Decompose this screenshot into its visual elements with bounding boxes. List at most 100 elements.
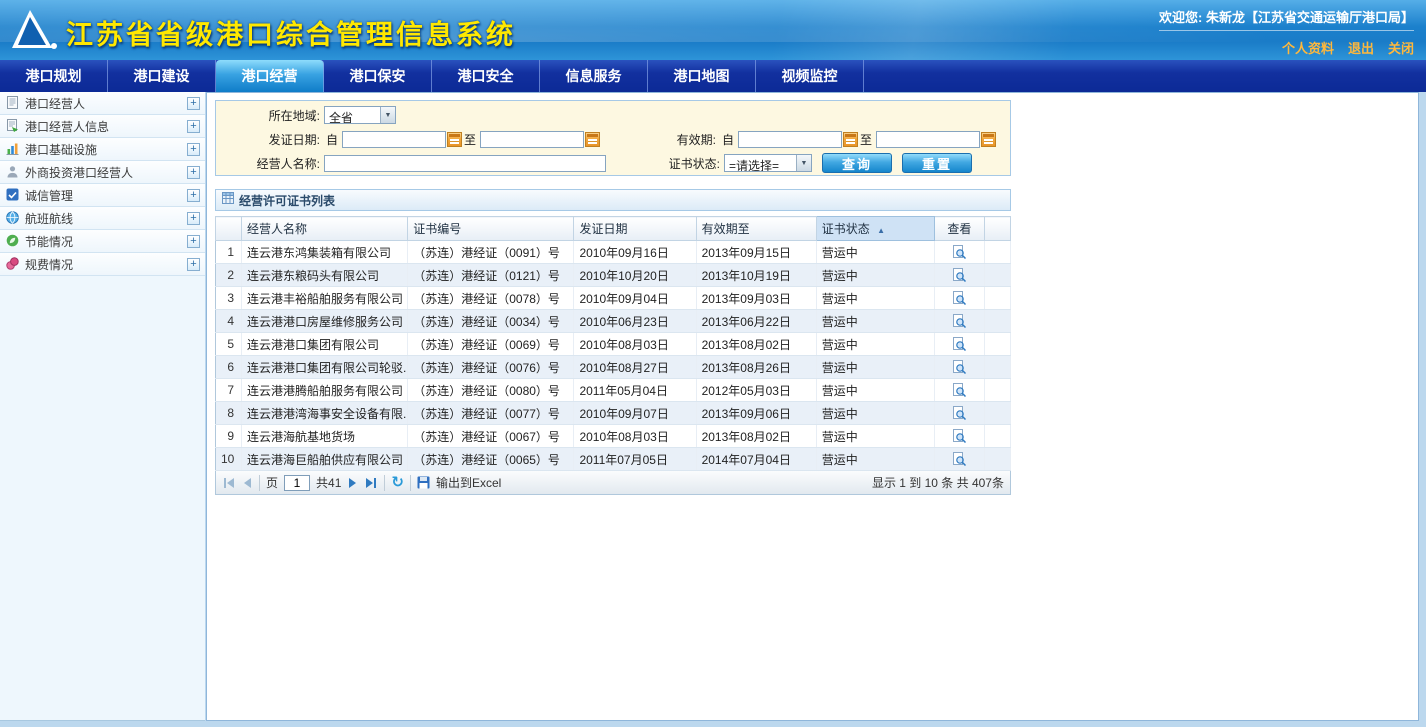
tab-port-operation[interactable]: 港口经营 bbox=[216, 60, 324, 92]
cell-filler bbox=[984, 241, 1010, 264]
tab-port-map[interactable]: 港口地图 bbox=[648, 60, 756, 92]
view-icon[interactable] bbox=[952, 360, 967, 375]
calendar-icon[interactable] bbox=[843, 132, 858, 147]
expand-icon[interactable]: + bbox=[187, 189, 200, 202]
cell-cert: （苏连）港经证（0121）号 bbox=[408, 264, 574, 287]
sidebar-item-label: 港口经营人信息 bbox=[25, 118, 187, 135]
link-logout[interactable]: 退出 bbox=[1348, 38, 1374, 57]
issue-date-from-input[interactable] bbox=[342, 131, 446, 148]
sidebar-item-port-infrastructure[interactable]: 港口基础设施+ bbox=[0, 138, 205, 161]
tab-video-monitor[interactable]: 视频监控 bbox=[756, 60, 864, 92]
last-page-button[interactable] bbox=[364, 475, 378, 491]
refresh-icon[interactable]: ↻ bbox=[391, 475, 404, 490]
expand-icon[interactable]: + bbox=[187, 258, 200, 271]
col-issue-date[interactable]: 发证日期 bbox=[574, 217, 696, 241]
sidebar-item-operator-info[interactable]: 港口经营人信息+ bbox=[0, 115, 205, 138]
expand-icon[interactable]: + bbox=[187, 143, 200, 156]
cell-status: 营运中 bbox=[816, 425, 934, 448]
calendar-icon[interactable] bbox=[447, 132, 462, 147]
total-pages-label: 共41 bbox=[316, 474, 341, 491]
cell-name: 连云港东粮码头有限公司 bbox=[242, 264, 408, 287]
link-close[interactable]: 关闭 bbox=[1388, 38, 1414, 57]
tab-port-construction[interactable]: 港口建设 bbox=[108, 60, 216, 92]
cell-filler bbox=[984, 448, 1010, 471]
view-icon[interactable] bbox=[952, 337, 967, 352]
sidebar-item-energy-saving[interactable]: 节能情况+ bbox=[0, 230, 205, 253]
cell-issue: 2010年10月20日 bbox=[574, 264, 696, 287]
nav-tabs: 港口规划港口建设港口经营港口保安港口安全信息服务港口地图视频监控 bbox=[0, 60, 1426, 92]
sidebar-item-port-operators[interactable]: 港口经营人+ bbox=[0, 92, 205, 115]
certificate-list-panel: 经营许可证书列表 经营人名称 证书编号 发证日期 有效期至 证书状态 bbox=[215, 189, 1011, 495]
table-row: 5连云港港口集团有限公司（苏连）港经证（0069）号2010年08月03日201… bbox=[216, 333, 1011, 356]
cell-view bbox=[934, 379, 984, 402]
cert-status-label: 证书状态: bbox=[669, 155, 724, 172]
link-profile[interactable]: 个人资料 bbox=[1282, 38, 1334, 57]
tab-port-planning[interactable]: 港口规划 bbox=[0, 60, 108, 92]
pager-separator bbox=[410, 475, 411, 491]
sidebar-item-flight-routes[interactable]: 航班航线+ bbox=[0, 207, 205, 230]
tab-info-service[interactable]: 信息服务 bbox=[540, 60, 648, 92]
sort-asc-icon: ▲ bbox=[877, 226, 885, 235]
view-icon[interactable] bbox=[952, 314, 967, 329]
view-icon[interactable] bbox=[952, 452, 967, 467]
table-row: 3连云港丰裕船舶服务有限公司（苏连）港经证（0078）号2010年09月04日2… bbox=[216, 287, 1011, 310]
prev-page-button[interactable] bbox=[242, 475, 253, 491]
table-row: 4连云港港口房屋维修服务公司（苏连）港经证（0034）号2010年06月23日2… bbox=[216, 310, 1011, 333]
to-label: 至 bbox=[860, 131, 872, 148]
reset-button[interactable]: 重置 bbox=[902, 153, 972, 173]
cell-name: 连云港东鸿集装箱有限公司 bbox=[242, 241, 408, 264]
col-valid-until[interactable]: 有效期至 bbox=[696, 217, 816, 241]
tab-port-security[interactable]: 港口保安 bbox=[324, 60, 432, 92]
sidebar-item-fees[interactable]: 规费情况+ bbox=[0, 253, 205, 276]
sidebar-item-foreign-investment-operators[interactable]: 外商投资港口经营人+ bbox=[0, 161, 205, 184]
validity-label: 有效期: bbox=[677, 131, 720, 148]
operator-name-input[interactable] bbox=[324, 155, 606, 172]
region-select[interactable]: 全省 ▼ bbox=[324, 106, 396, 124]
bar-chart-icon bbox=[6, 142, 20, 156]
expand-icon[interactable]: + bbox=[187, 120, 200, 133]
issue-date-to-input[interactable] bbox=[480, 131, 584, 148]
view-icon[interactable] bbox=[952, 429, 967, 444]
export-excel-button[interactable]: 输出到Excel bbox=[436, 474, 501, 491]
calendar-icon[interactable] bbox=[585, 132, 600, 147]
cell-cert: （苏连）港经证（0076）号 bbox=[408, 356, 574, 379]
cell-num: 7 bbox=[216, 379, 242, 402]
table-row: 10连云港海巨船舶供应有限公司（苏连）港经证（0065）号2011年07月05日… bbox=[216, 448, 1011, 471]
cell-issue: 2010年09月16日 bbox=[574, 241, 696, 264]
expand-icon[interactable]: + bbox=[187, 235, 200, 248]
col-cert-no[interactable]: 证书编号 bbox=[408, 217, 574, 241]
col-operator-name[interactable]: 经营人名称 bbox=[242, 217, 408, 241]
list-title-bar: 经营许可证书列表 bbox=[215, 189, 1011, 211]
validity-from-input[interactable] bbox=[738, 131, 842, 148]
view-icon[interactable] bbox=[952, 245, 967, 260]
coins-icon bbox=[6, 257, 20, 271]
cell-num: 1 bbox=[216, 241, 242, 264]
sidebar-item-credit-management[interactable]: 诚信管理+ bbox=[0, 184, 205, 207]
app-title: 江苏省省级港口综合管理信息系统 bbox=[66, 13, 516, 52]
view-icon[interactable] bbox=[952, 383, 967, 398]
first-page-button[interactable] bbox=[222, 475, 236, 491]
col-view: 查看 bbox=[934, 217, 984, 241]
expand-icon[interactable]: + bbox=[187, 97, 200, 110]
page-input[interactable] bbox=[284, 475, 310, 491]
expand-icon[interactable]: + bbox=[187, 166, 200, 179]
expand-icon[interactable]: + bbox=[187, 212, 200, 225]
view-icon[interactable] bbox=[952, 268, 967, 283]
calendar-icon[interactable] bbox=[981, 132, 996, 147]
cell-filler bbox=[984, 402, 1010, 425]
validity-to-input[interactable] bbox=[876, 131, 980, 148]
view-icon[interactable] bbox=[952, 291, 967, 306]
view-icon[interactable] bbox=[952, 406, 967, 421]
table-row: 1连云港东鸿集装箱有限公司（苏连）港经证（0091）号2010年09月16日20… bbox=[216, 241, 1011, 264]
sidebar-item-label: 航班航线 bbox=[25, 210, 187, 227]
search-button[interactable]: 查询 bbox=[822, 153, 892, 173]
tab-port-safety[interactable]: 港口安全 bbox=[432, 60, 540, 92]
cell-name: 连云港海巨船舶供应有限公司 bbox=[242, 448, 408, 471]
page: 江苏省省级港口综合管理信息系统 欢迎您: 朱新龙【江苏省交通运输厅港口局】 个人… bbox=[0, 0, 1426, 727]
col-cert-status[interactable]: 证书状态 ▲ bbox=[816, 217, 934, 241]
cert-status-select[interactable]: =请选择= ▼ bbox=[724, 154, 812, 172]
next-page-button[interactable] bbox=[347, 475, 358, 491]
cell-view bbox=[934, 356, 984, 379]
cell-name: 连云港港口集团有限公司轮驳... bbox=[242, 356, 408, 379]
from-label: 自 bbox=[326, 131, 338, 148]
